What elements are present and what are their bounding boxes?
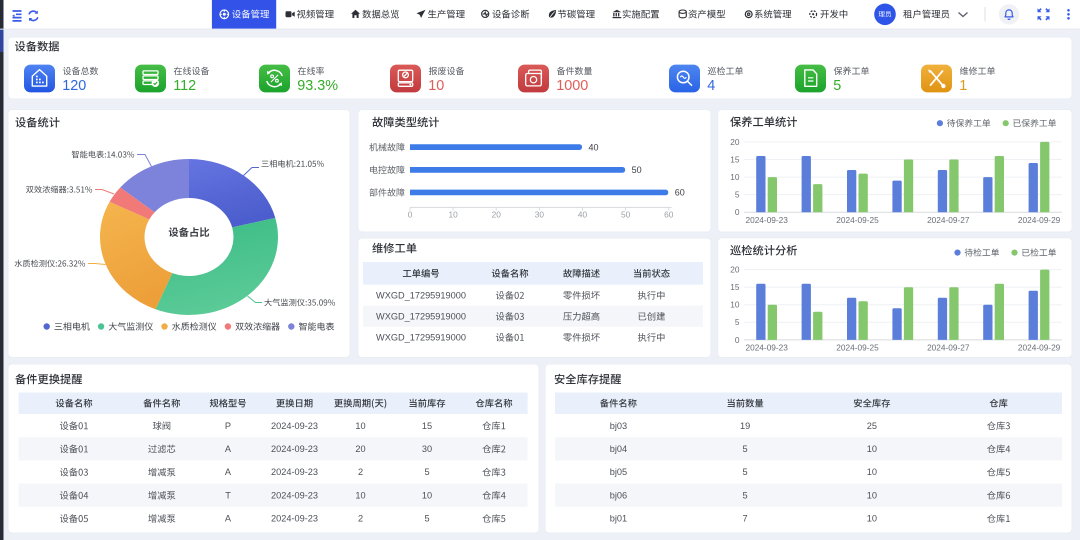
svg-text:50: 50: [632, 165, 642, 175]
svg-text:1: 1: [959, 78, 967, 94]
svg-text:WXGD_17295919000: WXGD_17295919000: [376, 311, 466, 321]
svg-text:20: 20: [492, 210, 502, 220]
svg-text:7: 7: [743, 514, 748, 524]
svg-text:2024-09-23: 2024-09-23: [271, 467, 318, 477]
svg-text:10: 10: [730, 300, 740, 310]
svg-text:60: 60: [675, 188, 685, 198]
svg-text:5: 5: [743, 444, 748, 454]
svg-text:10: 10: [355, 421, 365, 431]
svg-text:20: 20: [730, 265, 740, 275]
svg-text:2024-09-25: 2024-09-25: [836, 215, 879, 225]
svg-text:P: P: [225, 421, 231, 431]
svg-text:10: 10: [428, 78, 444, 94]
svg-text:WXGD_17295919000: WXGD_17295919000: [376, 332, 466, 342]
svg-text:10: 10: [867, 514, 877, 524]
svg-text:50: 50: [621, 210, 631, 220]
svg-text:2024-09-23: 2024-09-23: [745, 215, 788, 225]
svg-text:WXGD_17295919000: WXGD_17295919000: [376, 290, 466, 300]
svg-text:0: 0: [735, 207, 740, 217]
svg-text:25: 25: [867, 421, 877, 431]
svg-text:10: 10: [355, 490, 365, 500]
svg-text:20: 20: [355, 444, 365, 454]
svg-text:60: 60: [664, 210, 674, 220]
svg-text:bj04: bj04: [610, 444, 627, 454]
svg-text:bj06: bj06: [610, 490, 627, 500]
svg-text:30: 30: [535, 210, 545, 220]
svg-text:5: 5: [743, 467, 748, 477]
svg-text:93.3%: 93.3%: [297, 78, 338, 94]
svg-text:5: 5: [743, 490, 748, 500]
svg-text:2024-09-27: 2024-09-27: [927, 343, 970, 353]
svg-text:2024-09-29: 2024-09-29: [1018, 215, 1061, 225]
svg-text:19: 19: [740, 421, 750, 431]
svg-text:5: 5: [735, 317, 740, 327]
svg-text:A: A: [225, 444, 232, 454]
svg-text:112: 112: [173, 78, 196, 94]
svg-text:120: 120: [62, 78, 86, 94]
svg-text:A: A: [225, 467, 232, 477]
svg-text:1000: 1000: [556, 78, 588, 94]
svg-text:bj05: bj05: [610, 467, 627, 477]
svg-text:2024-09-23: 2024-09-23: [271, 444, 318, 454]
svg-text:15: 15: [730, 154, 740, 164]
svg-text:20: 20: [730, 137, 740, 147]
svg-text:2024-09-29: 2024-09-29: [1018, 343, 1061, 353]
svg-text:2: 2: [358, 514, 363, 524]
svg-text:A: A: [225, 514, 232, 524]
svg-text:2024-09-23: 2024-09-23: [271, 490, 318, 500]
svg-text:5: 5: [833, 78, 841, 94]
svg-text:5: 5: [424, 514, 429, 524]
svg-text:2024-09-23: 2024-09-23: [271, 514, 318, 524]
svg-text:T: T: [225, 490, 231, 500]
svg-text:2: 2: [358, 467, 363, 477]
svg-text:30: 30: [422, 444, 432, 454]
svg-text:10: 10: [867, 444, 877, 454]
svg-text:2024-09-25: 2024-09-25: [836, 343, 879, 353]
svg-text:5: 5: [735, 190, 740, 200]
svg-text:bj01: bj01: [610, 514, 627, 524]
svg-text:0: 0: [735, 335, 740, 345]
svg-text:40: 40: [578, 210, 588, 220]
svg-text:40: 40: [589, 142, 599, 152]
svg-text:10: 10: [867, 467, 877, 477]
svg-text:bj03: bj03: [610, 421, 627, 431]
svg-text:15: 15: [730, 282, 740, 292]
svg-text:10: 10: [422, 490, 432, 500]
svg-text:0: 0: [408, 210, 413, 220]
svg-text:10: 10: [448, 210, 458, 220]
svg-text:10: 10: [730, 172, 740, 182]
svg-text:4: 4: [707, 78, 715, 94]
svg-text:2024-09-23: 2024-09-23: [745, 343, 788, 353]
svg-text:10: 10: [867, 490, 877, 500]
svg-text:2024-09-27: 2024-09-27: [927, 215, 970, 225]
svg-text:15: 15: [422, 421, 432, 431]
svg-text:5: 5: [424, 467, 429, 477]
svg-text:2024-09-23: 2024-09-23: [271, 421, 318, 431]
